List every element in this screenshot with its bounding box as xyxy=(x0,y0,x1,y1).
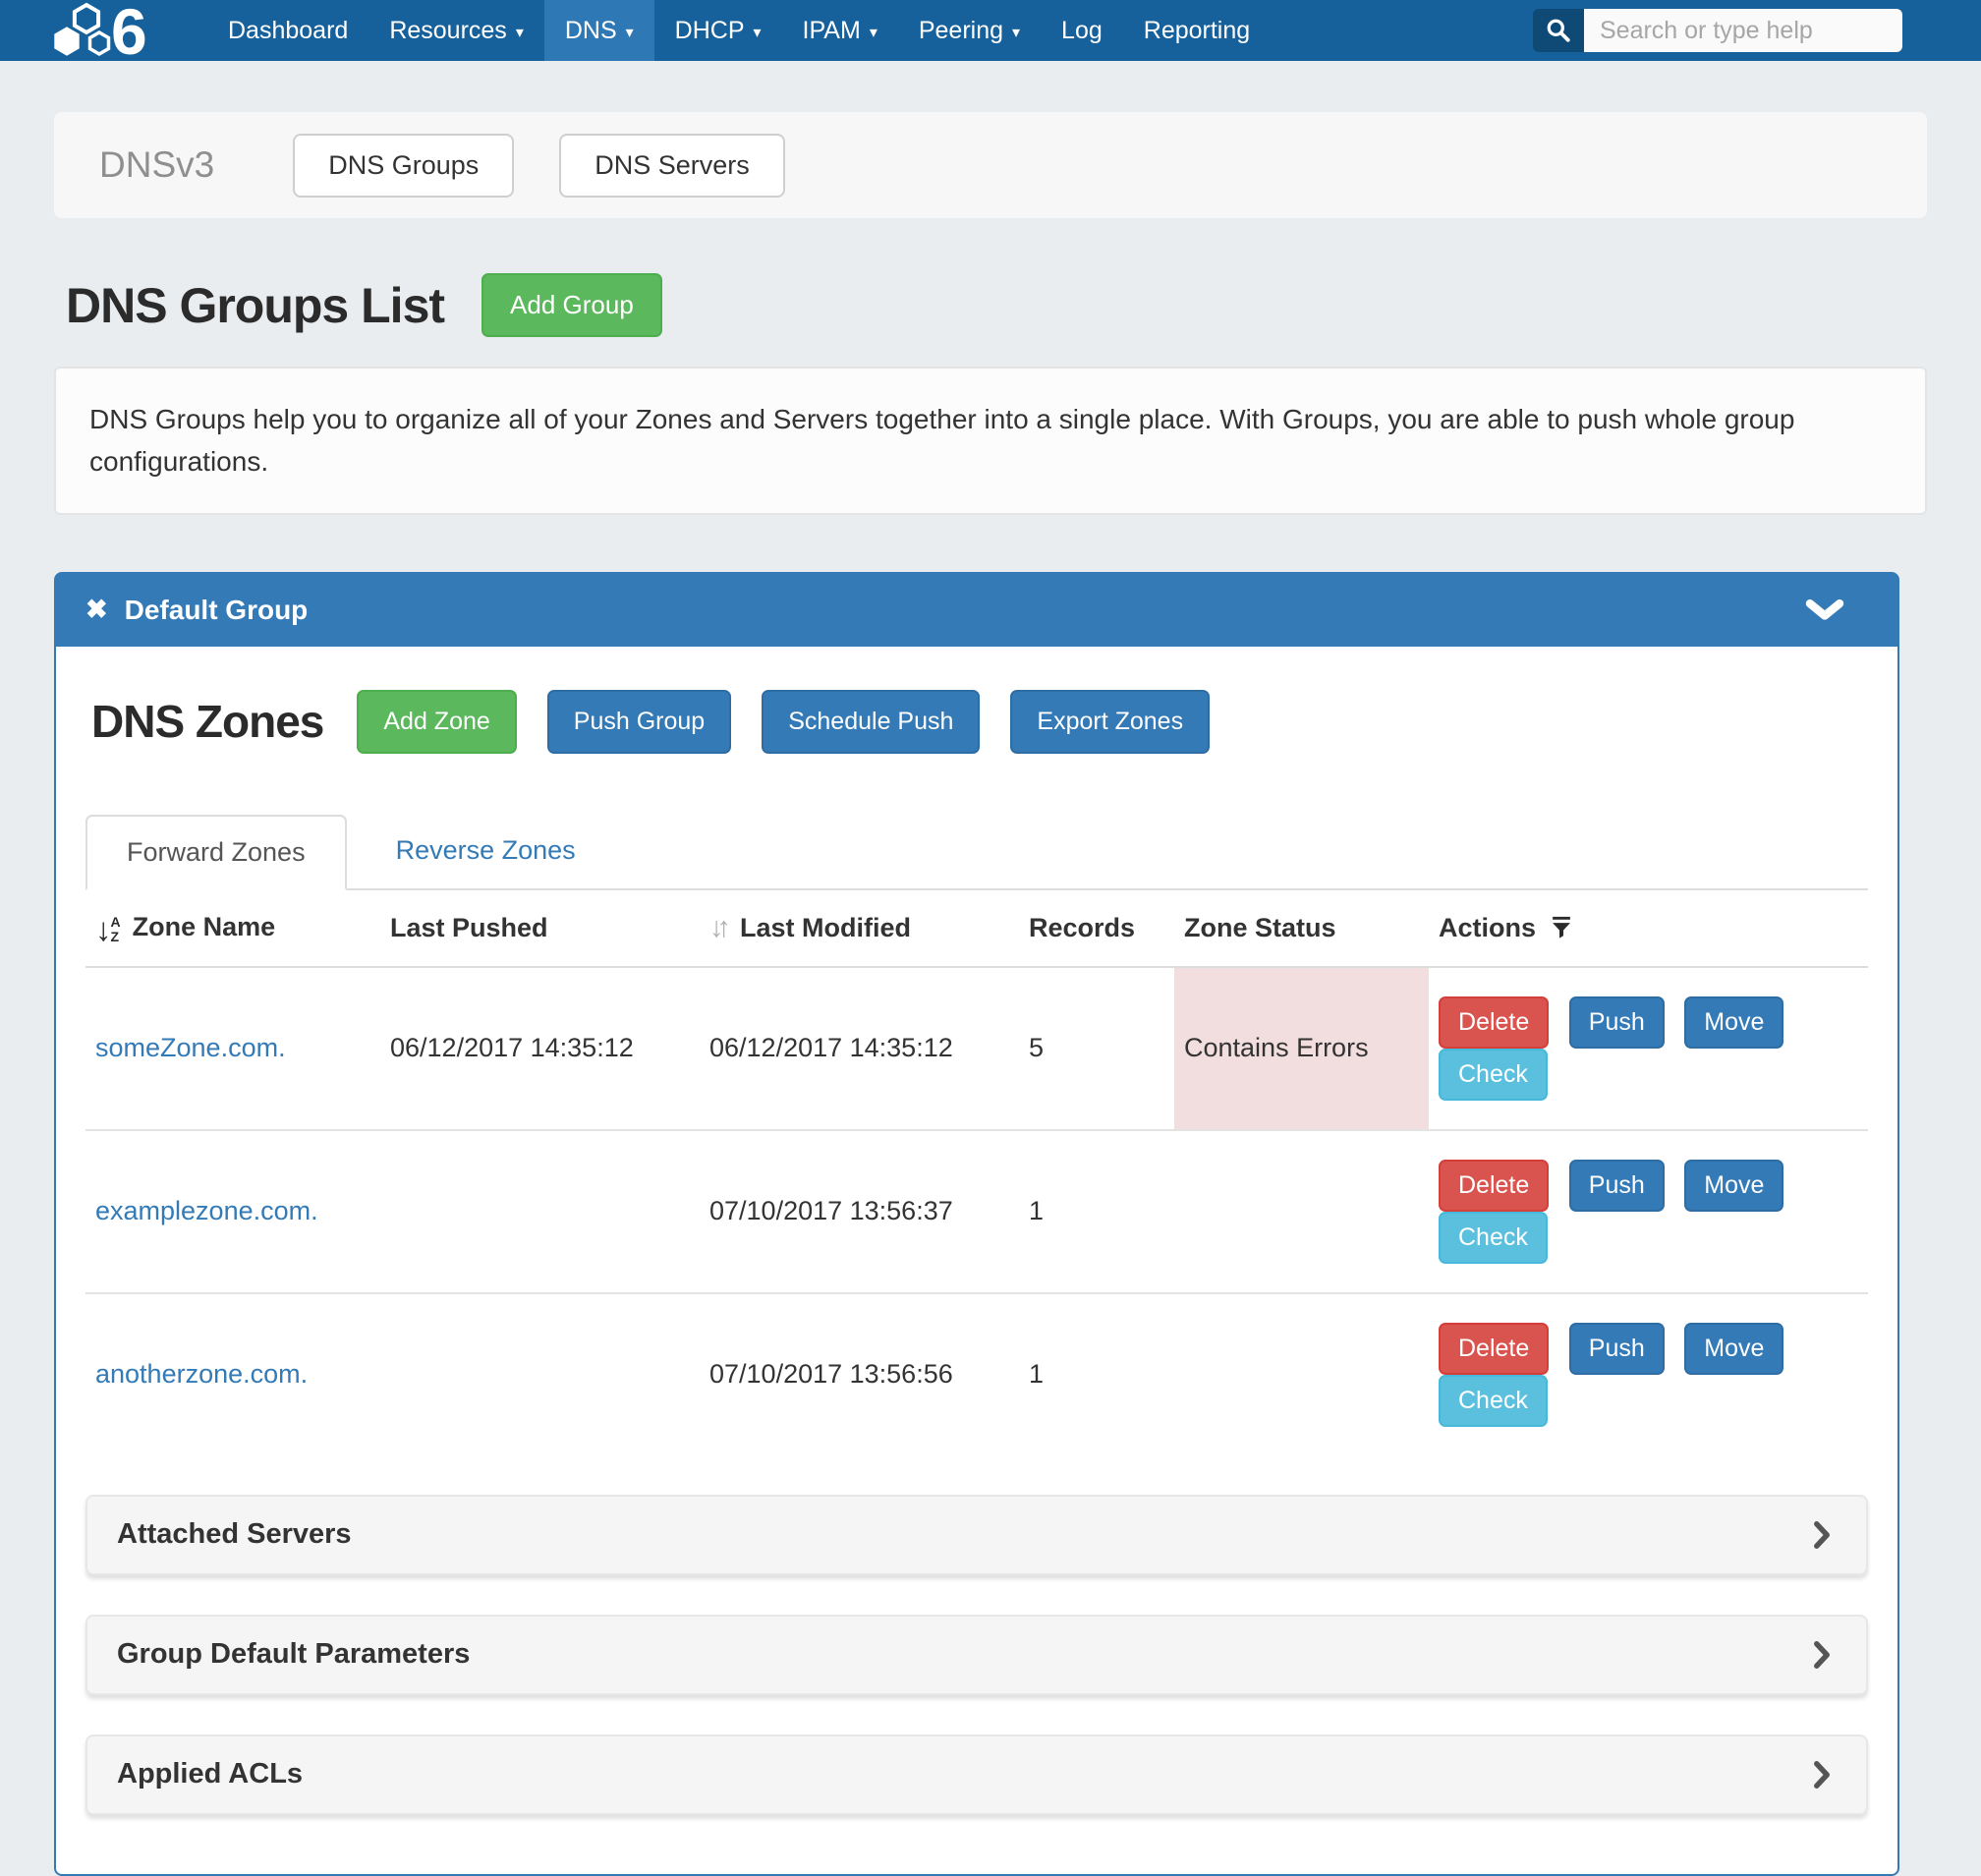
add-zone-button[interactable]: Add Zone xyxy=(357,690,516,754)
global-search xyxy=(1533,9,1902,52)
search-input[interactable] xyxy=(1584,9,1902,52)
last-pushed-cell xyxy=(380,1293,700,1455)
delete-zone-button[interactable]: Delete xyxy=(1439,1323,1549,1375)
chevron-right-icon xyxy=(1813,1760,1831,1790)
check-zone-button[interactable]: Check xyxy=(1439,1375,1548,1427)
nav-item-resources[interactable]: Resources▾ xyxy=(368,0,544,61)
col-header-zone-name[interactable]: ↓AZZone Name xyxy=(85,890,380,967)
hexagons-logo-icon: 6 xyxy=(54,1,170,60)
col-header-last-modified[interactable]: ↓↑Last Modified xyxy=(700,890,1019,967)
group-panel-title: Default Group xyxy=(125,595,309,626)
check-zone-button[interactable]: Check xyxy=(1439,1049,1548,1101)
actions-cell: Delete Push Move Check xyxy=(1429,1130,1868,1293)
default-group-panel: ✖ Default Group DNS Zones Add Zone Push … xyxy=(54,572,1899,1876)
groups-description: DNS Groups help you to organize all of y… xyxy=(54,367,1927,515)
zone-name-link[interactable]: examplezone.com. xyxy=(95,1196,318,1225)
filter-icon[interactable] xyxy=(1552,916,1571,939)
group-panel-body: DNS Zones Add Zone Push Group Schedule P… xyxy=(56,647,1897,1874)
sort-alpha-icon: ↓AZ xyxy=(95,915,121,944)
move-zone-button[interactable]: Move xyxy=(1684,996,1783,1049)
dns-zones-heading: DNS Zones xyxy=(91,695,323,748)
last-pushed-cell: 06/12/2017 14:35:12 xyxy=(380,967,700,1130)
col-header-zone-status[interactable]: Zone Status xyxy=(1174,890,1429,967)
nav-item-reporting[interactable]: Reporting xyxy=(1123,0,1271,61)
zone-table-row: examplezone.com. 07/10/2017 13:56:37 1 D… xyxy=(85,1130,1868,1293)
delete-zone-button[interactable]: Delete xyxy=(1439,996,1549,1049)
last-modified-cell: 07/10/2017 13:56:56 xyxy=(700,1293,1019,1455)
push-zone-button[interactable]: Push xyxy=(1569,996,1665,1049)
records-cell: 1 xyxy=(1019,1130,1174,1293)
page-title-row: DNS Groups List Add Group xyxy=(54,273,1927,337)
zone-table-row: someZone.com. 06/12/2017 14:35:12 06/12/… xyxy=(85,967,1868,1130)
nav-item-dhcp[interactable]: DHCP▾ xyxy=(654,0,782,61)
col-header-last-pushed[interactable]: Last Pushed xyxy=(380,890,700,967)
export-zones-button[interactable]: Export Zones xyxy=(1010,690,1210,754)
dns-zones-header-row: DNS Zones Add Zone Push Group Schedule P… xyxy=(85,690,1868,754)
sort-updown-icon: ↓↑ xyxy=(709,912,724,943)
records-cell: 1 xyxy=(1019,1293,1174,1455)
move-zone-button[interactable]: Move xyxy=(1684,1323,1783,1375)
nav-item-dashboard[interactable]: Dashboard xyxy=(207,0,368,61)
actions-cell: Delete Push Move Check xyxy=(1429,967,1868,1130)
page-title: DNS Groups List xyxy=(66,277,444,334)
dns-section-toolbar: DNSv3 DNS Groups DNS Servers xyxy=(54,112,1927,218)
push-group-button[interactable]: Push Group xyxy=(547,690,731,754)
zone-status-cell xyxy=(1174,1293,1429,1455)
caret-down-icon: ▾ xyxy=(754,23,762,42)
group-panel-header[interactable]: ✖ Default Group xyxy=(56,574,1897,647)
tab-forward-zones[interactable]: Forward Zones xyxy=(85,815,347,890)
accordion-applied-acls[interactable]: Applied ACLs xyxy=(85,1734,1868,1815)
push-zone-button[interactable]: Push xyxy=(1569,1323,1665,1375)
dns-servers-button[interactable]: DNS Servers xyxy=(559,134,785,198)
chevron-right-icon xyxy=(1813,1640,1831,1670)
delete-zone-button[interactable]: Delete xyxy=(1439,1160,1549,1212)
caret-down-icon: ▾ xyxy=(626,23,634,42)
tab-reverse-zones[interactable]: Reverse Zones xyxy=(357,815,615,888)
dns-groups-button[interactable]: DNS Groups xyxy=(293,134,514,198)
last-modified-cell: 07/10/2017 13:56:37 xyxy=(700,1130,1019,1293)
nav-item-dns[interactable]: DNS▾ xyxy=(544,0,654,61)
zones-tabs: Forward Zones Reverse Zones xyxy=(85,815,1868,890)
add-group-button[interactable]: Add Group xyxy=(481,273,662,337)
section-label: DNSv3 xyxy=(99,144,214,186)
last-modified-cell: 06/12/2017 14:35:12 xyxy=(700,967,1019,1130)
top-navbar: 6 Dashboard Resources▾ DNS▾ DHCP▾ IPAM▾ … xyxy=(0,0,1981,61)
zone-name-link[interactable]: someZone.com. xyxy=(95,1033,286,1062)
nav-item-ipam[interactable]: IPAM▾ xyxy=(782,0,898,61)
records-cell: 5 xyxy=(1019,967,1174,1130)
check-zone-button[interactable]: Check xyxy=(1439,1212,1548,1264)
zone-status-badge: Contains Errors xyxy=(1174,967,1429,1130)
col-header-records[interactable]: Records xyxy=(1019,890,1174,967)
caret-down-icon: ▾ xyxy=(1012,23,1020,42)
caret-down-icon: ▾ xyxy=(870,23,877,42)
accordion-attached-servers[interactable]: Attached Servers xyxy=(85,1495,1868,1575)
caret-down-icon: ▾ xyxy=(516,23,524,42)
zone-name-link[interactable]: anotherzone.com. xyxy=(95,1359,308,1389)
last-pushed-cell xyxy=(380,1130,700,1293)
app-logo[interactable]: 6 xyxy=(54,1,170,60)
actions-cell: Delete Push Move Check xyxy=(1429,1293,1868,1455)
chevron-right-icon xyxy=(1813,1520,1831,1550)
col-header-actions[interactable]: Actions xyxy=(1429,890,1868,967)
svg-text:6: 6 xyxy=(111,1,147,60)
chevron-down-icon[interactable] xyxy=(1805,599,1844,621)
zones-table-header-row: ↓AZZone Name Last Pushed ↓↑Last Modified… xyxy=(85,890,1868,967)
nav-item-peering[interactable]: Peering▾ xyxy=(898,0,1041,61)
nav-item-log[interactable]: Log xyxy=(1041,0,1123,61)
zones-table: ↓AZZone Name Last Pushed ↓↑Last Modified… xyxy=(85,890,1868,1455)
zone-table-row: anotherzone.com. 07/10/2017 13:56:56 1 D… xyxy=(85,1293,1868,1455)
zone-status-cell xyxy=(1174,1130,1429,1293)
move-zone-button[interactable]: Move xyxy=(1684,1160,1783,1212)
schedule-push-button[interactable]: Schedule Push xyxy=(762,690,980,754)
push-zone-button[interactable]: Push xyxy=(1569,1160,1665,1212)
accordion-group-default-parameters[interactable]: Group Default Parameters xyxy=(85,1615,1868,1695)
search-icon xyxy=(1533,9,1584,52)
close-icon[interactable]: ✖ xyxy=(85,595,108,625)
